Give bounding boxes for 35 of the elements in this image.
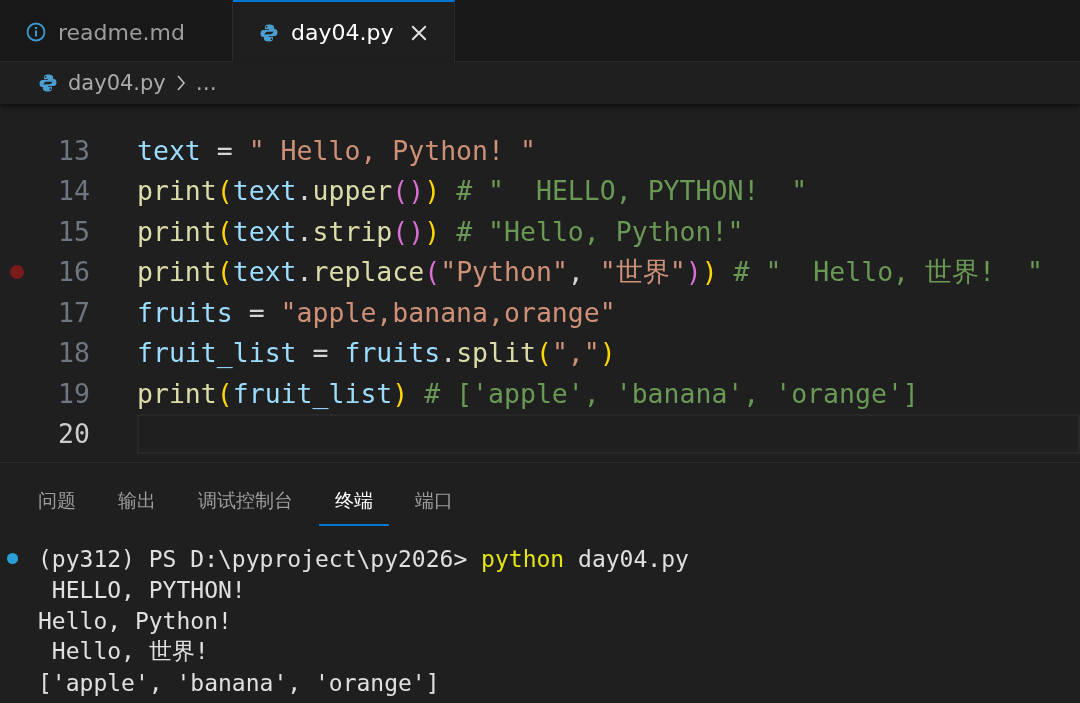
close-icon[interactable] — [410, 23, 428, 42]
line-number: 16 — [57, 256, 90, 288]
line-number: 20 — [57, 418, 90, 450]
terminal-command: (py312) PS D:\pyproject\py2026> python day04.py — [38, 545, 689, 572]
breadcrumb-item[interactable]: day04.py — [68, 71, 166, 95]
panel-tab[interactable]: 端口 — [399, 480, 469, 526]
line-number: 14 — [57, 175, 90, 207]
editor-tab[interactable]: day04.py — [233, 0, 455, 63]
code-line: text = " Hello, Python! " — [137, 134, 536, 166]
panel-tab[interactable]: 问题 — [22, 480, 92, 526]
breadcrumb-item[interactable]: … — [195, 71, 217, 95]
line-number: 15 — [57, 215, 90, 247]
terminal-output: ['apple', 'banana', 'orange'] — [38, 669, 440, 696]
python-icon — [38, 73, 58, 93]
panel-tab[interactable]: 终端 — [319, 480, 389, 526]
code-line: fruit_list = fruits.split(",") — [137, 337, 616, 369]
terminal-output: HELLO, PYTHON! — [50, 576, 246, 603]
terminal-output: Hello, 世界! — [50, 637, 209, 666]
panel-tab[interactable]: 输出 — [102, 480, 172, 526]
info-icon — [26, 22, 46, 42]
code-line: print(text.strip()) # "Hello, Python!" — [137, 215, 744, 247]
terminal-output: Hello, Python! — [38, 607, 232, 634]
line-number: 19 — [57, 377, 90, 409]
line-number: 18 — [57, 337, 90, 369]
code-line: fruits = "apple,banana,orange" — [137, 296, 616, 328]
breakpoint-dot[interactable] — [10, 264, 24, 279]
code-line: print(fruit_list) # ['apple', 'banana', 'orange'] — [137, 377, 919, 409]
command-status-dot — [6, 553, 18, 564]
chevron-icon — [175, 75, 186, 91]
python-icon — [259, 22, 279, 43]
panel-tab[interactable]: 调试控制台 — [182, 480, 309, 526]
code-line: print(text.upper()) # " HELLO, PYTHON! " — [137, 175, 808, 207]
line-number: 17 — [57, 296, 90, 328]
line-number: 13 — [57, 134, 90, 166]
code-line: print(text.replace("Python", "世界")) # " Hello, 世界! " — [137, 254, 1043, 289]
